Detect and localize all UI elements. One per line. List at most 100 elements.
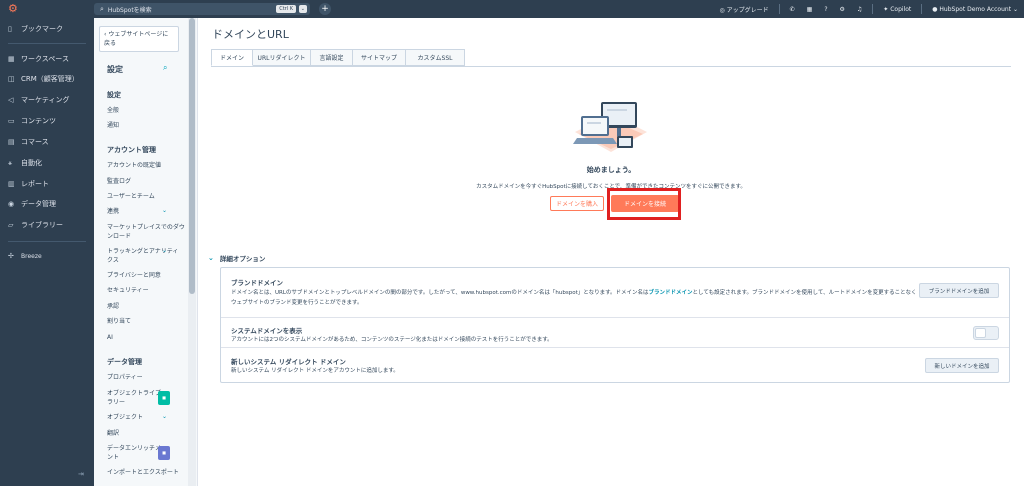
sidebar-item-users-teams[interactable]: ユーザーとチーム bbox=[107, 192, 179, 201]
upgrade-link[interactable]: ◎ アップグレード bbox=[719, 5, 768, 14]
nav-label: Breeze bbox=[21, 252, 42, 260]
brand-domain-row: ブランドドメイン ドメイン名とは、URLのサブドメインとトップレベルドメインの間… bbox=[221, 268, 1009, 318]
advanced-options-toggle[interactable]: ⌄ 詳細オプション bbox=[208, 253, 265, 263]
phone-icon[interactable]: ✆ bbox=[790, 6, 795, 13]
sidebar-item-assignments[interactable]: 割り当て bbox=[107, 317, 179, 326]
divider bbox=[778, 4, 780, 14]
empty-state-heading: 始めましょう。 bbox=[586, 166, 636, 174]
settings-sidebar: ‹ ウェブサイトページに戻る 設定 ⌕ 設定 全般 通知 アカウント管理 アカウ… bbox=[94, 18, 198, 486]
nav-item-breeze[interactable]: ✢ Breeze bbox=[8, 252, 42, 260]
highlight-box bbox=[607, 188, 681, 220]
sidebar-item-data-enrichment[interactable]: データエンリッチメント bbox=[107, 444, 165, 462]
sidebar-item-audit-log[interactable]: 監査ログ bbox=[107, 177, 179, 186]
content-icon: ▭ bbox=[8, 117, 15, 125]
nav-item-library[interactable]: ▱ ライブラリー bbox=[8, 220, 63, 230]
brand-domain-link[interactable]: ブランドドメイン bbox=[649, 290, 693, 296]
account-name: HubSpot Demo Account bbox=[939, 5, 1012, 13]
sidebar-search-icon[interactable]: ⌕ bbox=[163, 63, 167, 73]
grid-icon: ▦ bbox=[8, 55, 15, 63]
top-bar: ⚙ ⌕ HubSpotを検索 Ctrl K ⌄ + ◎ アップグレード ✆ ▦ … bbox=[0, 0, 1024, 18]
upgrade-label: アップグレード bbox=[726, 6, 769, 14]
devices-illustration bbox=[573, 102, 647, 152]
global-search[interactable]: ⌕ HubSpotを検索 Ctrl K ⌄ bbox=[94, 3, 310, 15]
back-to-website-pages-button[interactable]: ‹ ウェブサイトページに戻る bbox=[99, 26, 179, 52]
new-badge: ■ bbox=[158, 391, 170, 405]
bookmark-icon: ▯ bbox=[8, 25, 12, 33]
nav-label: レポート bbox=[21, 180, 49, 188]
sidebar-item-privacy-consent[interactable]: プライバシーと同意 bbox=[107, 271, 179, 280]
sidebar-item-objects[interactable]: オブジェクト bbox=[107, 413, 179, 422]
chart-icon: ▥ bbox=[8, 180, 15, 188]
sidebar-item-approvals[interactable]: 承認 bbox=[107, 302, 179, 311]
sidebar-item-integrations[interactable]: 連携 bbox=[107, 207, 179, 216]
sidebar-scrollbar[interactable] bbox=[188, 18, 196, 486]
nav-label: マーケティング bbox=[21, 96, 70, 104]
chevron-down-icon[interactable]: ⌄ bbox=[162, 207, 167, 214]
collapse-nav-icon[interactable]: ⇥ bbox=[78, 470, 84, 478]
redirect-domain-row: 新しいシステム リダイレクト ドメイン 新しいシステム リダイレクト ドメインを… bbox=[221, 348, 1009, 382]
settings-gear-icon[interactable]: ⚙ bbox=[840, 6, 845, 13]
brand-domain-title: ブランドドメイン bbox=[231, 279, 283, 287]
tab-url-redirects[interactable]: URLリダイレクト bbox=[253, 49, 311, 66]
sidebar-item-general[interactable]: 全般 bbox=[107, 106, 179, 115]
tab-bar: ドメイン URLリダイレクト 言語設定 サイトマップ カスタムSSL bbox=[211, 49, 465, 66]
nav-item-reports[interactable]: ▥ レポート bbox=[8, 179, 49, 189]
brand-domain-description: ドメイン名とは、URLのサブドメインとトップレベルドメインの間の部分です。したが… bbox=[231, 288, 921, 308]
divider bbox=[872, 4, 874, 14]
nav-label: データ管理 bbox=[21, 200, 56, 208]
main-nav: ▯ ブックマーク ▦ ワークスペース ◫ CRM（顧客管理） ◁ マーケティング ▭ コン… bbox=[0, 18, 94, 486]
megaphone-icon: ◁ bbox=[8, 96, 14, 104]
tab-language-settings[interactable]: 言語設定 bbox=[311, 49, 353, 66]
advanced-options-panel: ブランドドメイン ドメイン名とは、URLのサブドメインとトップレベルドメインの間… bbox=[220, 267, 1010, 383]
sidebar-item-account-defaults[interactable]: アカウントの既定値 bbox=[107, 161, 179, 170]
nav-item-commerce[interactable]: ▤ コマース bbox=[8, 137, 49, 147]
scrollbar-thumb[interactable] bbox=[189, 18, 195, 294]
nav-item-crm[interactable]: ◫ CRM（顧客管理） bbox=[8, 74, 79, 84]
add-new-domain-button[interactable]: 新しいドメインを追加 bbox=[925, 358, 999, 373]
show-system-domains-toggle[interactable] bbox=[973, 326, 999, 340]
marketplace-icon[interactable]: ▦ bbox=[807, 6, 813, 13]
chevron-down-icon[interactable]: ⌄ bbox=[162, 247, 167, 254]
nav-item-marketing[interactable]: ◁ マーケティング bbox=[8, 95, 69, 105]
copilot-label: Copilot bbox=[890, 5, 912, 13]
sidebar-item-security[interactable]: セキュリティー bbox=[107, 286, 179, 295]
nav-item-data-management[interactable]: ◉ データ管理 bbox=[8, 199, 56, 209]
add-brand-domain-button[interactable]: ブランドドメインを追加 bbox=[919, 283, 999, 298]
shortcut-hint: Ctrl K bbox=[276, 5, 296, 13]
create-plus-button[interactable]: + bbox=[319, 3, 331, 15]
sidebar-item-properties[interactable]: プロパティー bbox=[107, 373, 179, 382]
search-icon: ⌕ bbox=[100, 4, 104, 13]
sidebar-item-notifications[interactable]: 通知 bbox=[107, 121, 179, 130]
sidebar-item-tracking-analytics[interactable]: トラッキングとアナリティクス bbox=[107, 247, 179, 265]
copilot-button[interactable]: ✦ Copilot bbox=[883, 6, 911, 13]
sidebar-item-translation[interactable]: 翻訳 bbox=[107, 429, 179, 438]
notifications-bell-icon[interactable]: ♫ bbox=[857, 6, 862, 13]
chevron-down-icon[interactable]: ⌄ bbox=[162, 413, 167, 420]
nav-label: コマース bbox=[21, 138, 49, 146]
sidebar-item-marketplace-downloads[interactable]: マーケットプレイスでのダウンロード bbox=[107, 223, 187, 241]
divider bbox=[921, 4, 923, 14]
nav-item-workspaces[interactable]: ▦ ワークスペース bbox=[8, 54, 69, 64]
nav-label: ワークスペース bbox=[21, 55, 69, 63]
hubspot-logo-icon[interactable]: ⚙ bbox=[8, 3, 20, 15]
sidebar-item-ai[interactable]: AI bbox=[107, 333, 179, 342]
tab-sitemap[interactable]: サイトマップ bbox=[353, 49, 406, 66]
nav-divider bbox=[8, 43, 86, 44]
chevron-down-icon: ⌄ bbox=[208, 254, 214, 262]
sidebar-item-object-library[interactable]: オブジェクトライブラリー bbox=[107, 389, 165, 407]
help-icon[interactable]: ? bbox=[824, 6, 827, 13]
main-content: ドメインとURL ドメイン URLリダイレクト 言語設定 サイトマップ カスタム… bbox=[198, 18, 1024, 486]
sidebar-item-import-export[interactable]: インポートとエクスポート bbox=[107, 468, 179, 477]
nav-label: ライブラリー bbox=[21, 221, 63, 229]
system-domain-description: アカウントには2つのシステムドメインがあるため、コンテンツのステージ化またはドメ… bbox=[231, 337, 553, 343]
tab-custom-ssl[interactable]: カスタムSSL bbox=[406, 49, 465, 66]
buy-domain-button[interactable]: ドメインを購入 bbox=[550, 196, 604, 211]
nav-item-content[interactable]: ▭ コンテンツ bbox=[8, 116, 56, 126]
nav-item-automation[interactable]: ⚹ 自動化 bbox=[8, 158, 42, 168]
nav-item-bookmarks[interactable]: ▯ ブックマーク bbox=[8, 24, 63, 34]
section-heading: 設定 bbox=[107, 91, 121, 99]
desc-text: ドメイン名とは、URLのサブドメインとトップレベルドメインの間の部分です。したが… bbox=[231, 290, 649, 296]
tab-domains[interactable]: ドメイン bbox=[211, 49, 253, 66]
account-menu[interactable]: ● HubSpot Demo Account ⌄ bbox=[932, 6, 1018, 13]
nav-label: コンテンツ bbox=[21, 117, 56, 125]
